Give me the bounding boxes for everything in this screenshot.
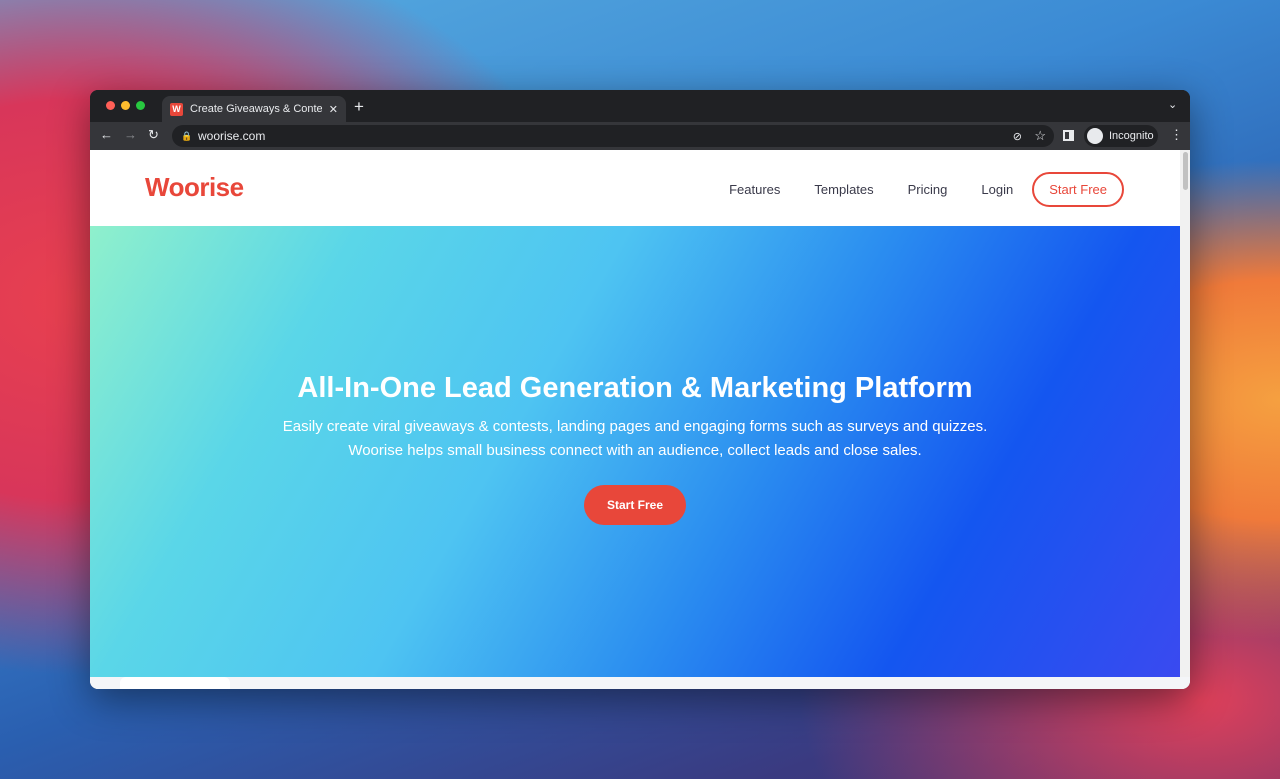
nav-templates[interactable]: Templates <box>814 182 873 197</box>
nav-start-free-button[interactable]: Start Free <box>1032 172 1124 207</box>
forward-icon[interactable]: → <box>124 127 137 142</box>
tab-list-chevron-icon[interactable]: ⌄ <box>1168 98 1177 111</box>
address-bar[interactable]: 🔒 woorise.com ⊘ ☆ <box>172 125 1054 147</box>
menu-dots-icon[interactable]: ⋮ <box>1170 127 1183 143</box>
star-icon[interactable]: ☆ <box>1034 128 1046 144</box>
new-tab-icon[interactable]: + <box>354 97 364 117</box>
incognito-profile[interactable]: Incognito <box>1084 125 1158 147</box>
next-section-edge <box>90 677 1190 689</box>
side-panel-icon[interactable] <box>1063 130 1074 141</box>
scrollbar[interactable] <box>1180 150 1190 677</box>
minimize-window-button[interactable] <box>121 101 130 110</box>
close-window-button[interactable] <box>106 101 115 110</box>
reload-icon[interactable]: ↻ <box>148 127 159 143</box>
hero-title: All-In-One Lead Generation & Marketing P… <box>297 372 973 404</box>
tab-bar: W Create Giveaways & Contests, ✕ + ⌄ <box>90 90 1190 122</box>
browser-tab[interactable]: W Create Giveaways & Contests, ✕ <box>162 96 346 122</box>
back-icon[interactable]: ← <box>100 127 113 142</box>
hero-start-free-button[interactable]: Start Free <box>583 485 687 525</box>
woorise-logo[interactable]: Woorise <box>145 172 244 203</box>
profile-label: Incognito <box>1109 130 1154 142</box>
eye-off-icon[interactable]: ⊘ <box>1013 130 1022 143</box>
maximize-window-button[interactable] <box>136 101 145 110</box>
scrollbar-thumb[interactable] <box>1182 152 1188 190</box>
hero-subtitle-1: Easily create viral giveaways & contests… <box>282 418 988 435</box>
site-header: Woorise Features Templates Pricing Login… <box>90 150 1190 226</box>
nav-login[interactable]: Login <box>981 182 1013 197</box>
toolbar: ← → ↻ 🔒 woorise.com ⊘ ☆ Incognito ⋮ <box>90 122 1190 150</box>
lock-icon: 🔒 <box>181 130 193 141</box>
close-icon[interactable]: ✕ <box>329 103 338 116</box>
incognito-icon <box>1087 128 1103 144</box>
hero-section: All-In-One Lead Generation & Marketing P… <box>90 226 1180 677</box>
url-text: woorise.com <box>198 129 266 143</box>
favicon-icon: W <box>170 102 183 116</box>
nav-pricing[interactable]: Pricing <box>908 182 948 197</box>
browser-window: W Create Giveaways & Contests, ✕ + ⌄ ← →… <box>90 90 1190 689</box>
nav-features[interactable]: Features <box>729 182 780 197</box>
tab-title: Create Giveaways & Contests, <box>190 103 322 115</box>
web-page: Woorise Features Templates Pricing Login… <box>90 150 1190 689</box>
hero-subtitle-2: Woorise helps small business connect wit… <box>348 442 922 459</box>
